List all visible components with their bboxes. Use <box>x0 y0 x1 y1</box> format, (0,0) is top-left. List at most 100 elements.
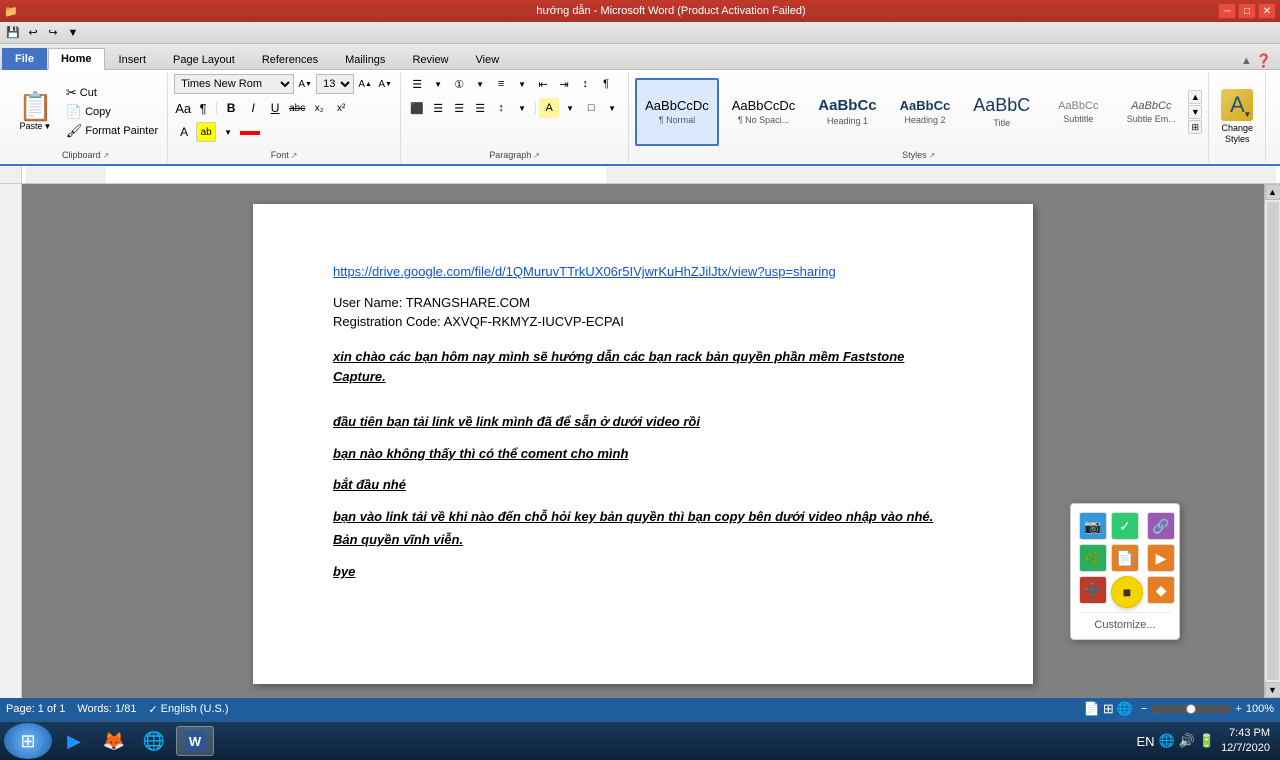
style-subtle-em[interactable]: AaBbCc Subtle Em... <box>1116 78 1186 146</box>
styles-open-btn[interactable]: ⊞ <box>1188 120 1202 134</box>
styles-scroll-down[interactable]: ▼ <box>1188 105 1202 119</box>
decrease-indent-btn[interactable]: ⇤ <box>533 74 553 94</box>
line-spacing-btn[interactable]: ↕ <box>491 98 511 118</box>
bullets-btn[interactable]: ☰ <box>407 74 427 94</box>
tab-home[interactable]: Home <box>48 48 105 70</box>
ft-green-btn[interactable]: 🌿 <box>1079 544 1107 572</box>
clock-display[interactable]: 7:43 PM 12/7/2020 <box>1221 726 1270 757</box>
tab-insert[interactable]: Insert <box>106 49 160 70</box>
show-marks-btn[interactable]: ¶ <box>596 74 616 94</box>
scroll-up-btn[interactable]: ▲ <box>1265 184 1280 200</box>
help-icon[interactable]: ❓ <box>1256 53 1272 69</box>
superscript-button[interactable]: x² <box>331 98 351 118</box>
network-icon[interactable]: 🌐 <box>1159 733 1175 749</box>
close-button[interactable]: ✕ <box>1258 3 1276 19</box>
find-button[interactable]: 🔍 Find ▼ <box>1276 76 1280 96</box>
numbering-btn[interactable]: ① <box>449 74 469 94</box>
text-effects-btn[interactable]: A <box>174 122 194 142</box>
styles-expand-icon[interactable]: ↗ <box>929 151 936 160</box>
document-link[interactable]: https://drive.google.com/file/d/1QMuruvT… <box>333 264 953 279</box>
zoom-slider[interactable] <box>1151 705 1231 713</box>
borders-dropdown[interactable]: ▼ <box>602 98 622 118</box>
change-case-btn[interactable]: Aa <box>174 99 192 117</box>
style-no-spacing[interactable]: AaBbCcDc ¶ No Spaci... <box>722 78 806 146</box>
tab-view[interactable]: View <box>463 49 513 70</box>
style-normal[interactable]: AaBbCcDc ¶ Normal <box>635 78 719 146</box>
tab-review[interactable]: Review <box>399 49 461 70</box>
styles-scroll-up[interactable]: ▲ <box>1188 90 1202 104</box>
paste-button[interactable]: 📋 Paste ▼ <box>12 91 59 133</box>
cut-button[interactable]: ✂ Cut <box>63 84 161 102</box>
align-right-btn[interactable]: ☰ <box>449 98 469 118</box>
web-layout-icon[interactable]: 🌐 <box>1117 701 1133 717</box>
redo-quick-btn[interactable]: ↪ <box>44 24 62 42</box>
tab-references[interactable]: References <box>249 49 331 70</box>
shading-dropdown[interactable]: ▼ <box>560 98 580 118</box>
document-page[interactable]: https://drive.google.com/file/d/1QMuruvT… <box>253 204 1033 684</box>
select-button[interactable]: ⊡ Select ▼ <box>1276 120 1280 140</box>
customize-button[interactable]: Customize... <box>1079 612 1171 631</box>
font-size-increase-btn[interactable]: A▲ <box>356 75 374 93</box>
highlight-color-btn[interactable]: ab <box>196 122 216 142</box>
style-heading1[interactable]: AaBbCc Heading 1 <box>808 78 886 146</box>
ft-screenshot-btn[interactable]: 📷 <box>1079 512 1107 540</box>
copy-button[interactable]: 📄 Copy <box>63 103 161 121</box>
undo-quick-btn[interactable]: ↩ <box>24 24 42 42</box>
tab-file[interactable]: File <box>2 48 47 70</box>
style-subtitle[interactable]: AaBbCc Subtitle <box>1043 78 1113 146</box>
font-color-dropdown[interactable]: ▼ <box>218 122 238 142</box>
customize-qa-btn[interactable]: ▼ <box>64 24 82 42</box>
paragraph-expand-icon[interactable]: ↗ <box>533 151 540 160</box>
style-heading2[interactable]: AaBbCc Heading 2 <box>890 78 961 146</box>
paste-dropdown-icon[interactable]: ▼ <box>43 122 51 131</box>
sort-btn[interactable]: ↕ <box>575 74 595 94</box>
align-left-btn[interactable]: ⬛ <box>407 98 427 118</box>
full-screen-icon[interactable]: ⊞ <box>1103 701 1114 717</box>
scroll-down-btn[interactable]: ▼ <box>1265 682 1280 698</box>
taskbar-app-word[interactable]: W <box>176 726 214 756</box>
subscript-button[interactable]: x₂ <box>309 98 329 118</box>
font-size-decrease-btn[interactable]: A▼ <box>296 75 314 93</box>
bullets-dropdown[interactable]: ▼ <box>428 74 448 94</box>
ft-plus-btn[interactable]: ➕ <box>1079 576 1107 604</box>
change-styles-button[interactable]: A ▼ ChangeStyles <box>1215 85 1259 149</box>
scrollbar-track[interactable] <box>1267 202 1279 680</box>
zoom-in-btn[interactable]: + <box>1235 703 1241 715</box>
ft-orange-btn[interactable]: ▶ <box>1147 544 1175 572</box>
align-center-btn[interactable]: ☰ <box>428 98 448 118</box>
taskbar-app-firefox[interactable]: 🦊 <box>96 726 132 756</box>
borders-btn[interactable]: □ <box>581 98 601 118</box>
print-view-icon[interactable]: 📄 <box>1084 701 1100 717</box>
ft-link-btn[interactable]: 🔗 <box>1147 512 1175 540</box>
restore-button[interactable]: □ <box>1238 3 1256 19</box>
minimize-button[interactable]: ─ <box>1218 3 1236 19</box>
strikethrough-button[interactable]: abc <box>287 98 307 118</box>
font-family-select[interactable]: Times New Rom <box>174 74 294 94</box>
italic-button[interactable]: I <box>243 98 263 118</box>
taskbar-app-ie[interactable]: 🌐 <box>136 726 172 756</box>
taskbar-app-media[interactable]: ▶ <box>56 726 92 756</box>
start-button[interactable]: ⊞ <box>4 723 52 759</box>
underline-button[interactable]: U <box>265 98 285 118</box>
shading-btn[interactable]: A <box>539 98 559 118</box>
save-quick-btn[interactable]: 💾 <box>4 24 22 42</box>
language-item[interactable]: ✓ English (U.S.) <box>148 703 228 716</box>
format-painter-button[interactable]: 🖌 Format Painter <box>63 122 161 140</box>
numbering-dropdown[interactable]: ▼ <box>470 74 490 94</box>
lang-icon[interactable]: EN <box>1136 734 1154 749</box>
clipboard-expand-icon[interactable]: ↗ <box>102 151 109 160</box>
ft-main-yellow-btn[interactable]: ■ <box>1111 576 1143 608</box>
ft-orange2-btn[interactable]: ◆ <box>1147 576 1175 604</box>
style-title[interactable]: AaBbC Title <box>963 78 1040 146</box>
zoom-handle[interactable] <box>1186 704 1196 714</box>
replace-button[interactable]: ⇄ Replace <box>1276 98 1280 118</box>
tab-page-layout[interactable]: Page Layout <box>160 49 248 70</box>
increase-indent-btn[interactable]: ⇥ <box>554 74 574 94</box>
font-size-down-btn[interactable]: A▼ <box>376 75 394 93</box>
multilevel-btn[interactable]: ≡ <box>491 74 511 94</box>
ft-document-btn[interactable]: 📄 <box>1111 544 1139 572</box>
clear-format-btn[interactable]: ¶ <box>194 99 212 117</box>
font-color-btn[interactable] <box>240 131 260 135</box>
zoom-out-btn[interactable]: − <box>1141 703 1147 715</box>
multilevel-dropdown[interactable]: ▼ <box>512 74 532 94</box>
